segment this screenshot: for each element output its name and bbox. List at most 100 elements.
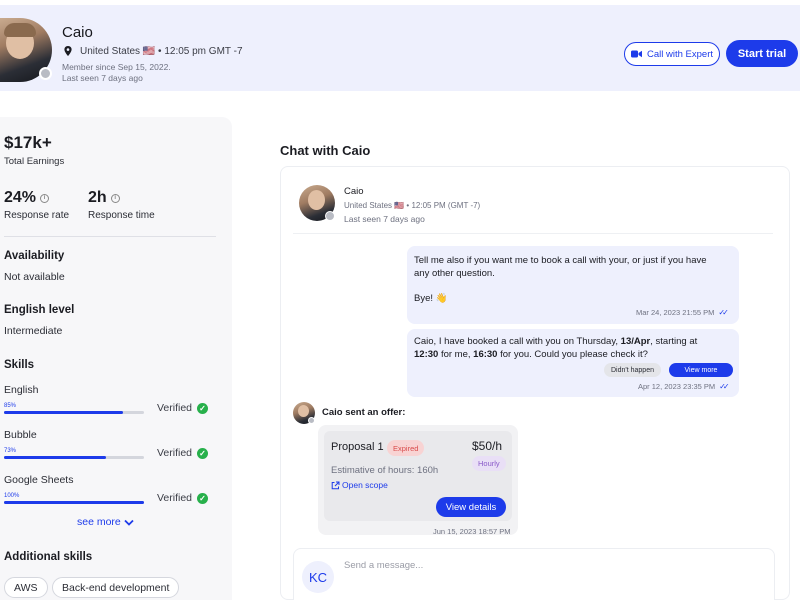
external-link-icon xyxy=(331,481,340,489)
skill-percent: 73% xyxy=(4,448,17,454)
availability-title: Availability xyxy=(4,250,65,262)
message-time: Mar 24, 2023 21:55 PM xyxy=(636,308,715,317)
user-avatar: KC xyxy=(302,561,334,593)
message-text: , starting at xyxy=(650,336,698,347)
message-text: Caio, I have booked a call with you on T… xyxy=(414,336,621,347)
message-input[interactable] xyxy=(344,557,744,573)
avatar-face xyxy=(298,405,309,417)
avatar-face xyxy=(308,190,325,210)
divider xyxy=(293,233,773,234)
skill-progress-fill xyxy=(4,411,123,414)
offline-status-dot xyxy=(39,67,52,80)
info-icon[interactable]: i xyxy=(40,193,50,203)
verified-label: Verified xyxy=(157,402,193,414)
call-with-expert-label: Call with Expert xyxy=(647,48,713,60)
skill-verified: Verified ✓ xyxy=(157,492,209,504)
response-time-value: 2h xyxy=(88,189,107,206)
avatar-hair xyxy=(4,23,36,37)
message-line: any other question. xyxy=(414,268,495,279)
total-earnings-value: $17k+ xyxy=(4,133,52,152)
start-trial-button[interactable]: Start trial xyxy=(726,40,798,67)
skills-title: Skills xyxy=(4,359,35,371)
check-circle-icon: ✓ xyxy=(197,402,209,414)
offer-price: $50/h xyxy=(472,439,503,453)
skill-progress-fill xyxy=(4,456,107,459)
verified-label: Verified xyxy=(157,492,193,504)
chevron-down-icon xyxy=(124,519,134,526)
response-time-label: Response time xyxy=(88,210,155,221)
skill-name: English xyxy=(4,384,39,396)
profile-name: Caio xyxy=(62,24,93,41)
message-timestamp: Apr 12, 2023 23:35 PM ✓✓ xyxy=(638,382,730,391)
chat-contact-location: United States 🇺🇸 • 12:05 PM (GMT -7) xyxy=(344,201,481,210)
double-check-icon: ✓✓ xyxy=(718,308,729,317)
offer-hours: Estimative of hours: 160h xyxy=(331,465,439,476)
double-check-icon: ✓✓ xyxy=(719,382,730,391)
skill-name: Bubble xyxy=(4,429,37,441)
info-icon[interactable]: i xyxy=(110,193,120,203)
skill-percent: 100% xyxy=(4,493,20,499)
message-time: Apr 12, 2023 23:35 PM xyxy=(638,382,716,391)
divider xyxy=(4,236,216,237)
check-circle-icon: ✓ xyxy=(197,447,209,459)
skill-tag: Back-end development xyxy=(52,577,180,598)
see-more-label: see more xyxy=(77,516,121,528)
skill-percent: 85% xyxy=(4,403,17,409)
message-text: for me, xyxy=(438,349,474,360)
message-text: for you. Could you please check it? xyxy=(497,349,648,360)
response-rate-label: Response rate xyxy=(4,210,70,221)
chat-contact-last-seen: Last seen 7 days ago xyxy=(344,214,425,224)
skill-name: Google Sheets xyxy=(4,474,74,486)
verified-label: Verified xyxy=(157,447,193,459)
didnt-happen-button[interactable]: Didn't happen xyxy=(604,363,661,377)
profile-header: Caio United States 🇺🇸 • 12:05 pm GMT -7 … xyxy=(0,5,800,91)
status-badge: Expired xyxy=(387,440,425,456)
open-scope-label: Open scope xyxy=(342,480,388,490)
skill-verified: Verified ✓ xyxy=(157,447,209,459)
video-camera-icon xyxy=(631,50,642,58)
message-date: 13/Apr xyxy=(620,336,651,347)
offline-status-dot xyxy=(325,211,335,221)
rate-type-badge: Hourly xyxy=(472,456,506,471)
member-since: Member since Sep 15, 2022. xyxy=(62,62,171,72)
profile-location-text: United States 🇺🇸 • 12:05 pm GMT -7 xyxy=(80,45,243,57)
skill-progress-bar xyxy=(4,501,144,504)
message-line: 12:30 for me, 16:30 for you. Could you p… xyxy=(414,348,648,361)
profile-location: United States 🇺🇸 • 12:05 pm GMT -7 xyxy=(62,45,243,57)
chat-message: Tell me also if you want me to book a ca… xyxy=(407,246,739,324)
total-earnings-label: Total Earnings xyxy=(4,156,65,167)
open-scope-link[interactable]: Open scope xyxy=(331,480,388,490)
offer-timestamp: Jun 15, 2023 18:57 PM xyxy=(433,527,511,536)
english-level-value: Intermediate xyxy=(4,325,63,337)
view-details-button[interactable]: View details xyxy=(436,497,506,517)
availability-value: Not available xyxy=(4,271,65,283)
english-level-title: English level xyxy=(4,304,75,316)
skill-progress-fill xyxy=(4,501,144,504)
skill-verified: Verified ✓ xyxy=(157,402,209,414)
check-circle-icon: ✓ xyxy=(197,492,209,504)
response-time-stat: 2h i xyxy=(88,189,120,207)
offline-status-dot xyxy=(308,417,315,424)
chat-message: Caio, I have booked a call with you on T… xyxy=(407,329,739,397)
offer-title: Proposal 1 xyxy=(331,441,384,453)
map-pin-icon xyxy=(64,46,72,56)
see-more-link[interactable]: see more xyxy=(77,516,134,528)
last-seen: Last seen 7 days ago xyxy=(62,73,143,83)
skill-progress-bar xyxy=(4,411,144,414)
message-timestamp: Mar 24, 2023 21:55 PM ✓✓ xyxy=(636,308,729,317)
message-time-remote: 16:30 xyxy=(473,349,498,360)
message-line: Tell me also if you want me to book a ca… xyxy=(414,255,707,266)
skill-tag: AWS xyxy=(4,577,48,598)
call-with-expert-button[interactable]: Call with Expert xyxy=(624,42,720,66)
message-composer xyxy=(293,548,775,600)
offer-sender-text: Caio sent an offer: xyxy=(322,407,406,418)
view-more-button[interactable]: View more xyxy=(669,363,733,377)
additional-skills-title: Additional skills xyxy=(4,551,93,563)
response-rate-value: 24% xyxy=(4,189,37,206)
chat-title: Chat with Caio xyxy=(280,143,371,158)
chat-contact-name: Caio xyxy=(344,186,364,197)
message-line: Bye! 👋 xyxy=(414,293,448,304)
message-line: Caio, I have booked a call with you on T… xyxy=(414,335,697,348)
response-rate-stat: 24% i xyxy=(4,189,50,207)
message-time-local: 12:30 xyxy=(414,349,439,360)
